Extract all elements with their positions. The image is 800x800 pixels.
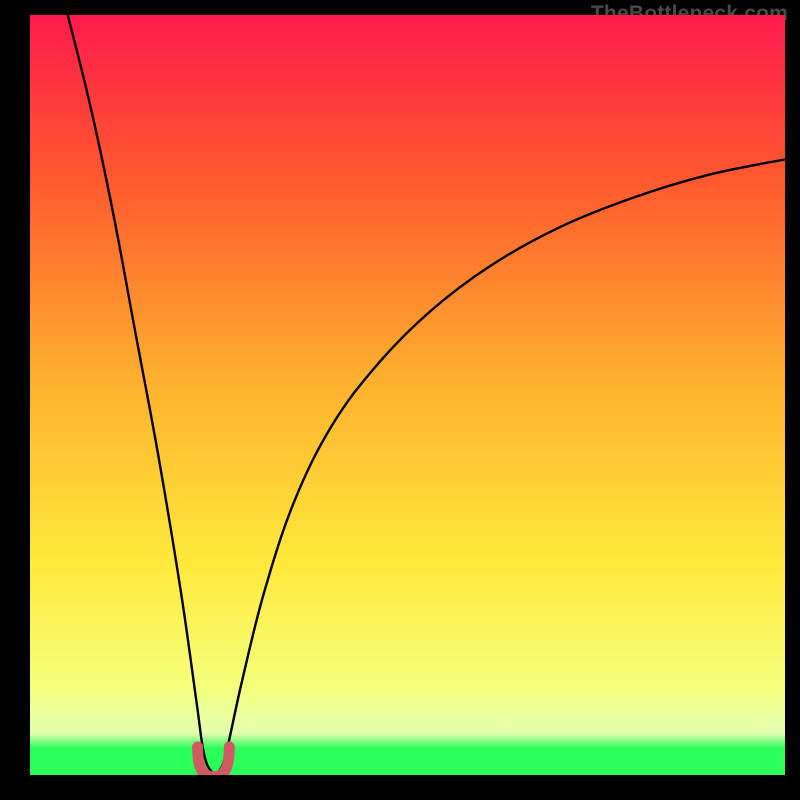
plot-area	[30, 15, 785, 775]
chart-stage: TheBottleneck.com	[0, 0, 800, 800]
chart-svg	[30, 15, 785, 775]
gradient-background	[30, 15, 785, 775]
